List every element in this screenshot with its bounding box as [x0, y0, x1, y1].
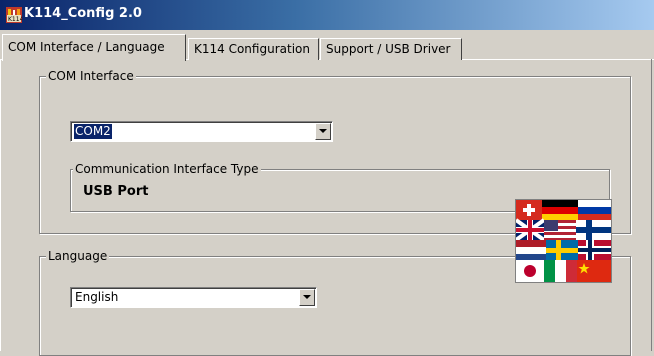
title-bar[interactable]: K114 K114_Config 2.0 — [0, 0, 654, 30]
com-port-dropdown-button[interactable] — [315, 123, 331, 140]
tab-support-usb-driver[interactable]: Support / USB Driver — [320, 38, 462, 60]
interface-type-label: Communication Interface Type — [73, 161, 261, 177]
tab-k114-configuration[interactable]: K114 Configuration — [188, 38, 319, 60]
language-value: English — [75, 290, 119, 304]
language-select[interactable]: English — [70, 287, 317, 308]
tab-strip: COM Interface / Language K114 Configurat… — [0, 30, 654, 61]
window-title: K114_Config 2.0 — [24, 6, 142, 21]
language-dropdown-button[interactable] — [299, 289, 315, 306]
interface-type-value: USB Port — [83, 184, 149, 199]
chevron-down-icon — [303, 295, 311, 299]
tab-label: COM Interface / Language — [8, 40, 165, 54]
tab-com-interface-language[interactable]: COM Interface / Language — [2, 34, 186, 61]
language-flags-icon — [514, 199, 612, 283]
k114-app-icon: K114 — [6, 7, 24, 23]
svg-text:K114: K114 — [8, 16, 22, 23]
tab-label: K114 Configuration — [194, 42, 310, 56]
language-label: Language — [46, 248, 110, 264]
com-port-value: COM2 — [74, 124, 112, 139]
com-port-select[interactable]: COM2 — [70, 121, 333, 142]
tab-label: Support / USB Driver — [326, 42, 451, 56]
chevron-down-icon — [319, 129, 327, 133]
com-interface-label: COM Interface — [46, 68, 136, 84]
